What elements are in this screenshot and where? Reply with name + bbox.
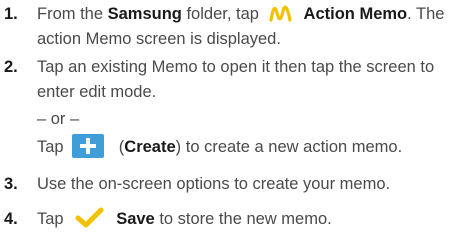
step-text: Use the on-screen options to create your…: [37, 175, 391, 193]
step-text-part: (: [114, 138, 125, 156]
step-number: 2.: [4, 58, 18, 76]
save-label: Save: [116, 210, 155, 228]
step-text-part: ) to create a new action memo.: [175, 138, 403, 156]
instruction-page: 1. From the Samsung folder, tap Action M…: [0, 0, 471, 244]
save-check-icon: [72, 206, 106, 230]
folder-name: Samsung: [107, 5, 182, 23]
step-text: Tap an existing Memo to open it then tap…: [37, 58, 435, 76]
step-text-part: Tap: [37, 138, 69, 156]
app-name: Action Memo: [303, 5, 408, 23]
step-number: 4.: [4, 210, 18, 228]
or-separator: – or –: [37, 110, 80, 128]
step-text: Tap Save to store the new memo.: [37, 206, 332, 230]
step-number: 3.: [4, 175, 18, 193]
step-text-part: From the: [37, 5, 108, 23]
step-text: Tap (Create) to create a new action memo…: [37, 133, 403, 158]
step-number: 1.: [4, 5, 18, 23]
step-text-part: to store the new memo.: [154, 210, 332, 228]
step-text: From the Samsung folder, tap Action Memo…: [37, 4, 444, 24]
step-text-part: . The: [407, 5, 445, 23]
action-memo-icon: [268, 2, 294, 24]
create-label: Create: [124, 138, 176, 156]
create-plus-icon: [72, 133, 105, 158]
step-text: enter edit mode.: [37, 83, 157, 101]
step-text-part: folder, tap: [181, 5, 264, 23]
step-text-part: Tap: [37, 210, 69, 228]
step-text: action Memo screen is displayed.: [37, 30, 281, 48]
